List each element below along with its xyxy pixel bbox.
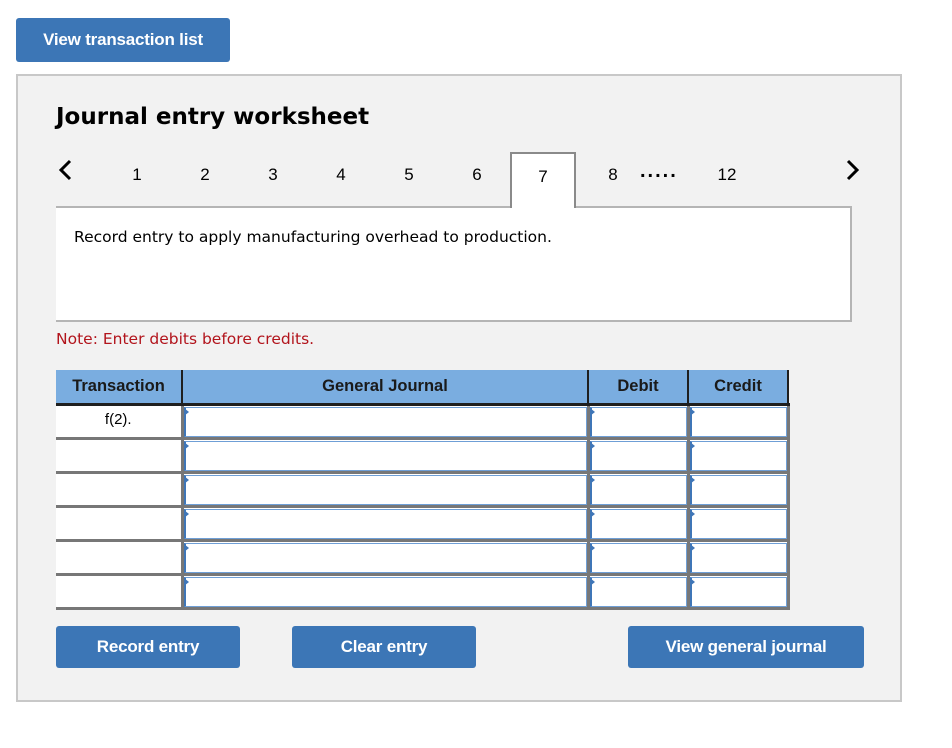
worksheet-title: Journal entry worksheet: [56, 104, 370, 130]
cell-indicator-icon: [589, 543, 595, 552]
cell-indicator-icon: [689, 475, 695, 484]
credit-input[interactable]: [689, 406, 787, 437]
debit-cell: [588, 540, 690, 576]
credit-input[interactable]: [689, 576, 787, 607]
cell-indicator-icon: [183, 509, 189, 518]
general-journal-input[interactable]: [183, 576, 587, 607]
credit-cell: [688, 472, 790, 508]
table-row: [56, 506, 790, 542]
header-general-journal: General Journal: [182, 370, 589, 406]
debit-input[interactable]: [589, 542, 687, 573]
chevron-right-icon[interactable]: [844, 156, 860, 184]
credit-cell: [688, 506, 790, 542]
debit-cell: [588, 574, 690, 610]
tab-5[interactable]: 5: [376, 152, 442, 206]
tab-3[interactable]: 3: [240, 152, 306, 206]
transaction-cell: [56, 438, 184, 474]
cell-indicator-icon: [589, 407, 595, 416]
record-entry-button[interactable]: Record entry: [56, 626, 240, 668]
transaction-cell: [56, 472, 184, 508]
credit-cell: [688, 438, 790, 474]
general-journal-input[interactable]: [183, 542, 587, 573]
table-row: [56, 472, 790, 508]
table-row: f(2).: [56, 404, 790, 440]
cell-indicator-icon: [183, 407, 189, 416]
credit-input[interactable]: [689, 508, 787, 539]
credit-input[interactable]: [689, 474, 787, 505]
cell-indicator-icon: [689, 577, 695, 586]
entry-description-box: Record entry to apply manufacturing over…: [56, 206, 852, 322]
table-row: [56, 540, 790, 576]
tab-2[interactable]: 2: [172, 152, 238, 206]
transaction-cell: [56, 574, 184, 610]
transaction-cell: [56, 506, 184, 542]
credit-cell: [688, 540, 790, 576]
entry-description: Record entry to apply manufacturing over…: [74, 228, 552, 246]
transaction-cell: f(2).: [56, 404, 184, 440]
view-general-journal-button[interactable]: View general journal: [628, 626, 864, 668]
credit-input[interactable]: [689, 542, 787, 573]
journal-entry-table: Transaction General Journal Debit Credit…: [56, 370, 790, 610]
debit-cell: [588, 404, 690, 440]
cell-indicator-icon: [689, 509, 695, 518]
cell-indicator-icon: [689, 441, 695, 450]
credit-cell: [688, 574, 790, 610]
table-row: [56, 574, 790, 610]
general-journal-cell: [182, 574, 590, 610]
debit-input[interactable]: [589, 474, 687, 505]
tab-1[interactable]: 1: [104, 152, 170, 206]
debit-input[interactable]: [589, 508, 687, 539]
debit-input[interactable]: [589, 406, 687, 437]
debit-cell: [588, 438, 690, 474]
view-transaction-list-button[interactable]: View transaction list: [16, 18, 230, 62]
tab-7-active[interactable]: 7: [510, 152, 576, 208]
header-transaction: Transaction: [56, 370, 183, 406]
cell-indicator-icon: [183, 577, 189, 586]
tab-8[interactable]: 8: [580, 152, 646, 206]
debit-input[interactable]: [589, 440, 687, 471]
credit-input[interactable]: [689, 440, 787, 471]
table-header-row: Transaction General Journal Debit Credit: [56, 370, 789, 406]
cell-indicator-icon: [589, 441, 595, 450]
cell-indicator-icon: [183, 441, 189, 450]
general-journal-cell: [182, 472, 590, 508]
debit-input[interactable]: [589, 576, 687, 607]
cell-indicator-icon: [689, 407, 695, 416]
cell-indicator-icon: [589, 577, 595, 586]
general-journal-input[interactable]: [183, 474, 587, 505]
header-debit: Debit: [588, 370, 689, 406]
credit-cell: [688, 404, 790, 440]
tab-ellipsis: .....: [640, 160, 678, 182]
entry-tab-navigation: 1 2 3 4 5 6 7 8 ..... 12: [18, 152, 900, 208]
general-journal-input[interactable]: [183, 440, 587, 471]
note-text: Note: Enter debits before credits.: [56, 330, 315, 348]
clear-entry-button[interactable]: Clear entry: [292, 626, 476, 668]
journal-entry-worksheet-panel: Journal entry worksheet 1 2 3 4 5 6 7 8 …: [16, 74, 902, 702]
tab-4[interactable]: 4: [308, 152, 374, 206]
debit-cell: [588, 506, 690, 542]
cell-indicator-icon: [183, 543, 189, 552]
cell-indicator-icon: [689, 543, 695, 552]
general-journal-input[interactable]: [183, 406, 587, 437]
transaction-cell: [56, 540, 184, 576]
header-credit: Credit: [688, 370, 789, 406]
table-row: [56, 438, 790, 474]
general-journal-input[interactable]: [183, 508, 587, 539]
cell-indicator-icon: [589, 475, 595, 484]
cell-indicator-icon: [589, 509, 595, 518]
debit-cell: [588, 472, 690, 508]
general-journal-cell: [182, 540, 590, 576]
general-journal-cell: [182, 404, 590, 440]
general-journal-cell: [182, 438, 590, 474]
tab-6[interactable]: 6: [444, 152, 510, 206]
tab-12[interactable]: 12: [694, 152, 760, 206]
general-journal-cell: [182, 506, 590, 542]
chevron-left-icon[interactable]: [58, 156, 74, 184]
cell-indicator-icon: [183, 475, 189, 484]
